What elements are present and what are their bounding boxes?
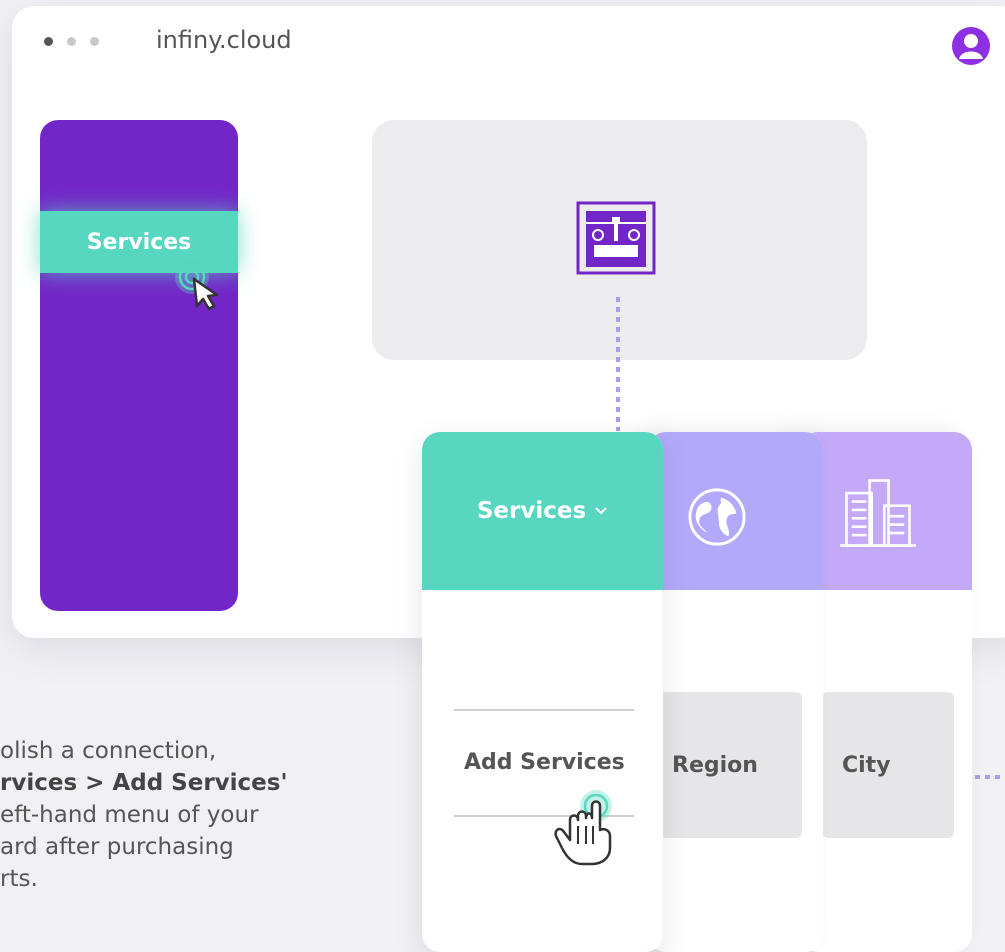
- city-card: City: [800, 432, 972, 952]
- description-line-2: rvices > Add Services': [0, 770, 288, 796]
- window-dot-3[interactable]: [90, 37, 99, 46]
- description-line-4: ard after purchasing: [0, 834, 234, 860]
- connector-line-right: [975, 775, 1005, 779]
- window-controls: [44, 37, 99, 46]
- region-option[interactable]: Region: [660, 692, 802, 838]
- description-line-1: olish a connection,: [0, 738, 217, 764]
- sidebar: [40, 120, 238, 611]
- services-card: Services Add Services: [422, 432, 663, 952]
- region-option-label: Region: [672, 752, 758, 778]
- menu-divider-top: [454, 709, 634, 711]
- router-device-icon: [576, 201, 656, 275]
- services-dropdown-label: Services: [476, 498, 587, 524]
- window-dot-1[interactable]: [44, 37, 53, 46]
- add-services-menu-item[interactable]: Add Services: [464, 750, 625, 775]
- city-option[interactable]: City: [822, 692, 954, 838]
- description-line-5: rts.: [0, 866, 38, 892]
- city-buildings-icon: [840, 479, 916, 547]
- description-line-3: eft-hand menu of your: [0, 802, 259, 828]
- user-avatar-icon[interactable]: [952, 27, 990, 65]
- chevron-down-icon: [595, 507, 607, 515]
- site-title: infiny.cloud: [156, 26, 292, 54]
- globe-icon: [688, 488, 746, 546]
- cursor-icon: [175, 260, 219, 311]
- services-card-header[interactable]: Services: [422, 432, 663, 590]
- region-card: Region: [648, 432, 823, 952]
- window-dot-2[interactable]: [67, 37, 76, 46]
- description-text: olish a connection, rvices > Add Service…: [0, 735, 380, 895]
- hand-pointer-icon: [554, 790, 612, 866]
- city-option-label: City: [842, 752, 891, 778]
- sidebar-item-label: Services: [86, 229, 192, 255]
- connector-line: [616, 297, 620, 431]
